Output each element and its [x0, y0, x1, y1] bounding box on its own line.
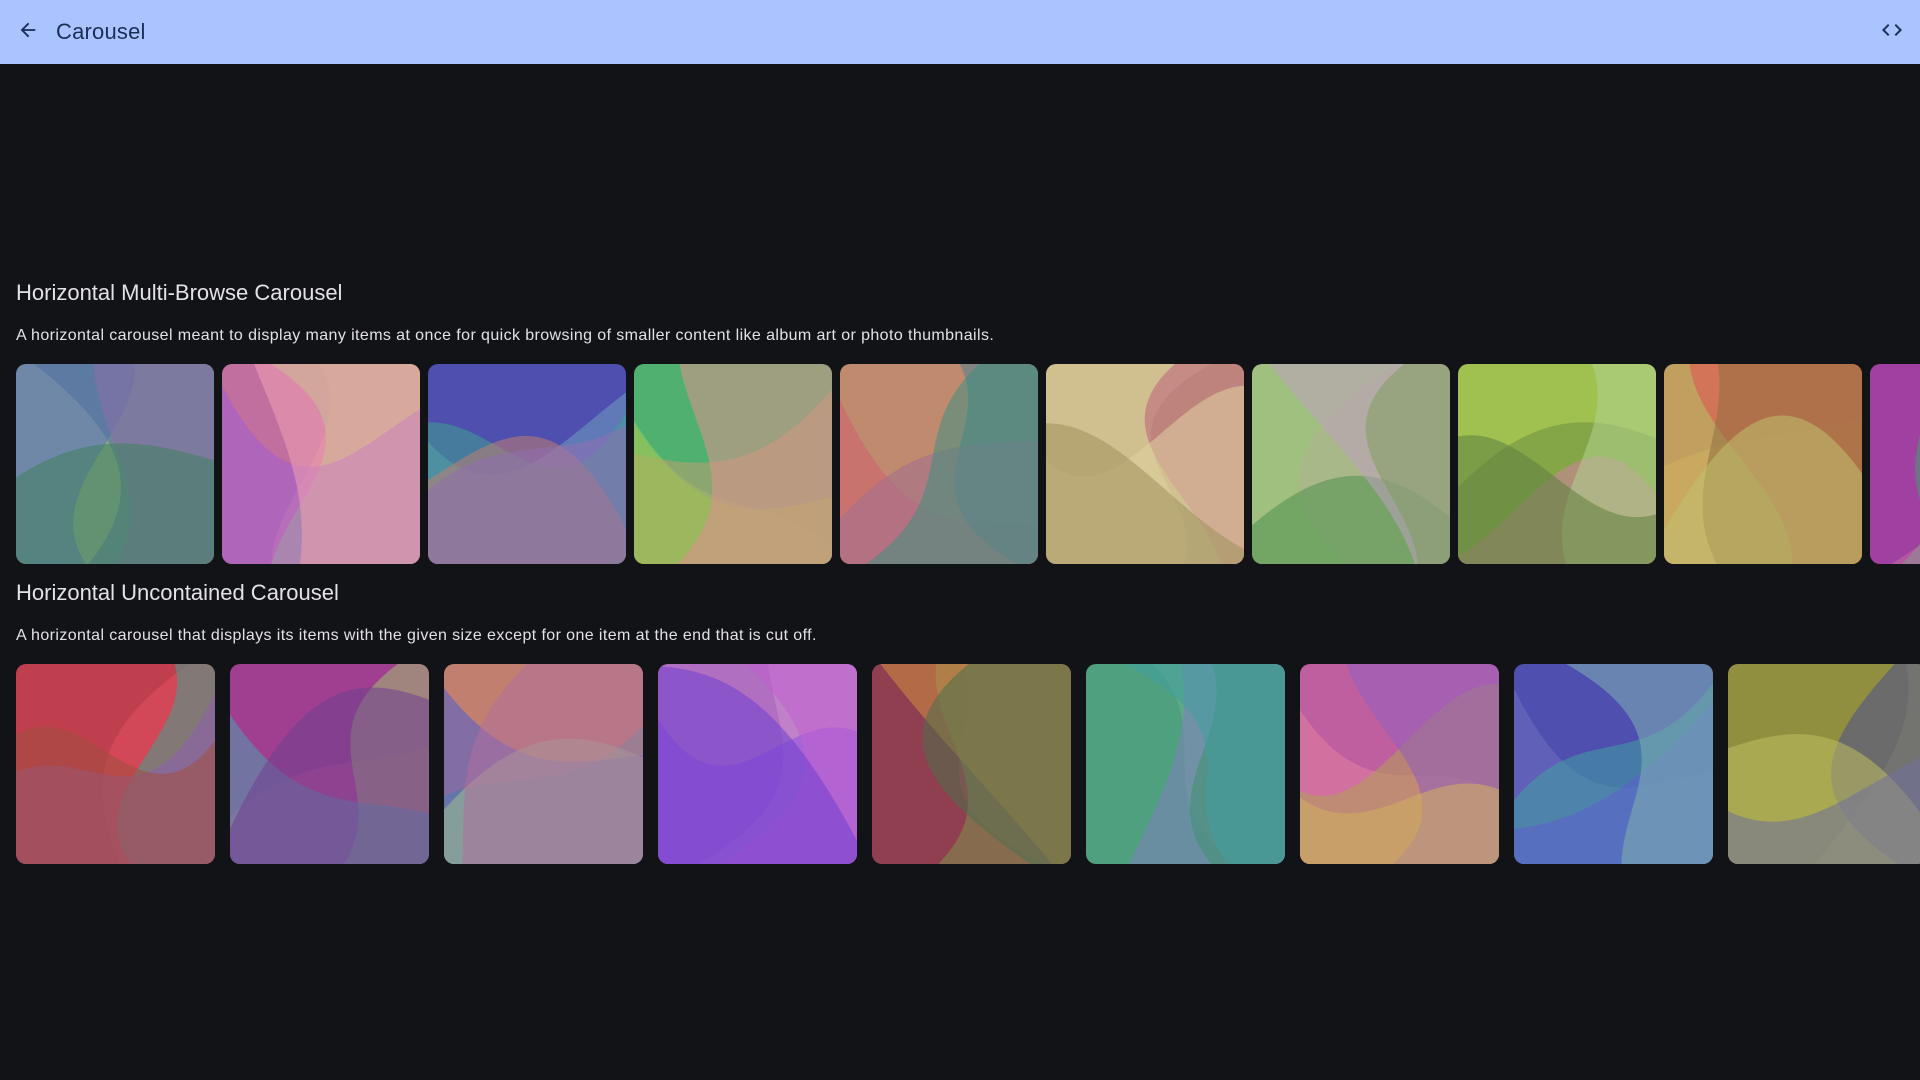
carousel-item-image [1870, 364, 1920, 564]
carousel-item-image [1300, 664, 1499, 864]
carousel-item-image [872, 664, 1071, 864]
section-description-uncontained: A horizontal carousel that displays its … [16, 627, 817, 644]
multi-browse-carousel[interactable] [0, 364, 1920, 564]
carousel-item[interactable] [1728, 664, 1920, 864]
carousel-item-image [1728, 664, 1920, 864]
carousel-item-image [1458, 364, 1656, 564]
section-description-multi-browse: A horizontal carousel meant to display m… [16, 327, 995, 344]
carousel-item[interactable] [1458, 364, 1656, 564]
section-title-uncontained: Horizontal Uncontained Carousel [16, 580, 339, 605]
carousel-item-image [222, 364, 420, 564]
carousel-item-image [1252, 364, 1450, 564]
carousel-item[interactable] [840, 364, 1038, 564]
carousel-item[interactable] [1514, 664, 1713, 864]
carousel-item-image [16, 664, 215, 864]
top-app-bar: Carousel [0, 0, 1920, 64]
carousel-item-image [658, 664, 857, 864]
carousel-item-image [444, 664, 643, 864]
carousel-item[interactable] [1252, 364, 1450, 564]
carousel-item[interactable] [1046, 364, 1244, 564]
carousel-item[interactable] [1870, 364, 1920, 564]
carousel-item[interactable] [1300, 664, 1499, 864]
carousel-item-image [1046, 364, 1244, 564]
section-title-multi-browse: Horizontal Multi-Browse Carousel [16, 280, 343, 305]
carousel-item[interactable] [222, 364, 420, 564]
carousel-item[interactable] [230, 664, 429, 864]
carousel-item[interactable] [634, 364, 832, 564]
carousel-item[interactable] [658, 664, 857, 864]
app-root: Carousel Horizontal Multi-Browse Carouse… [0, 0, 1920, 1080]
code-icon [1880, 18, 1904, 47]
carousel-item-image [1086, 664, 1285, 864]
page-title: Carousel [56, 19, 146, 44]
arrow-back-icon [17, 19, 39, 46]
carousel-item[interactable] [872, 664, 1071, 864]
carousel-item-image [1664, 364, 1862, 564]
uncontained-carousel[interactable] [0, 664, 1920, 864]
carousel-item-image [840, 364, 1038, 564]
carousel-item-image [16, 364, 214, 564]
carousel-item[interactable] [16, 664, 215, 864]
carousel-item-image [1514, 664, 1713, 864]
back-button[interactable] [12, 14, 44, 50]
carousel-item-image [634, 364, 832, 564]
carousel-item[interactable] [444, 664, 643, 864]
carousel-item[interactable] [16, 364, 214, 564]
carousel-item[interactable] [1086, 664, 1285, 864]
carousel-item[interactable] [428, 364, 626, 564]
carousel-item[interactable] [1664, 364, 1862, 564]
carousel-item-image [230, 664, 429, 864]
view-source-button[interactable] [1874, 14, 1910, 50]
carousel-item-image [428, 364, 626, 564]
